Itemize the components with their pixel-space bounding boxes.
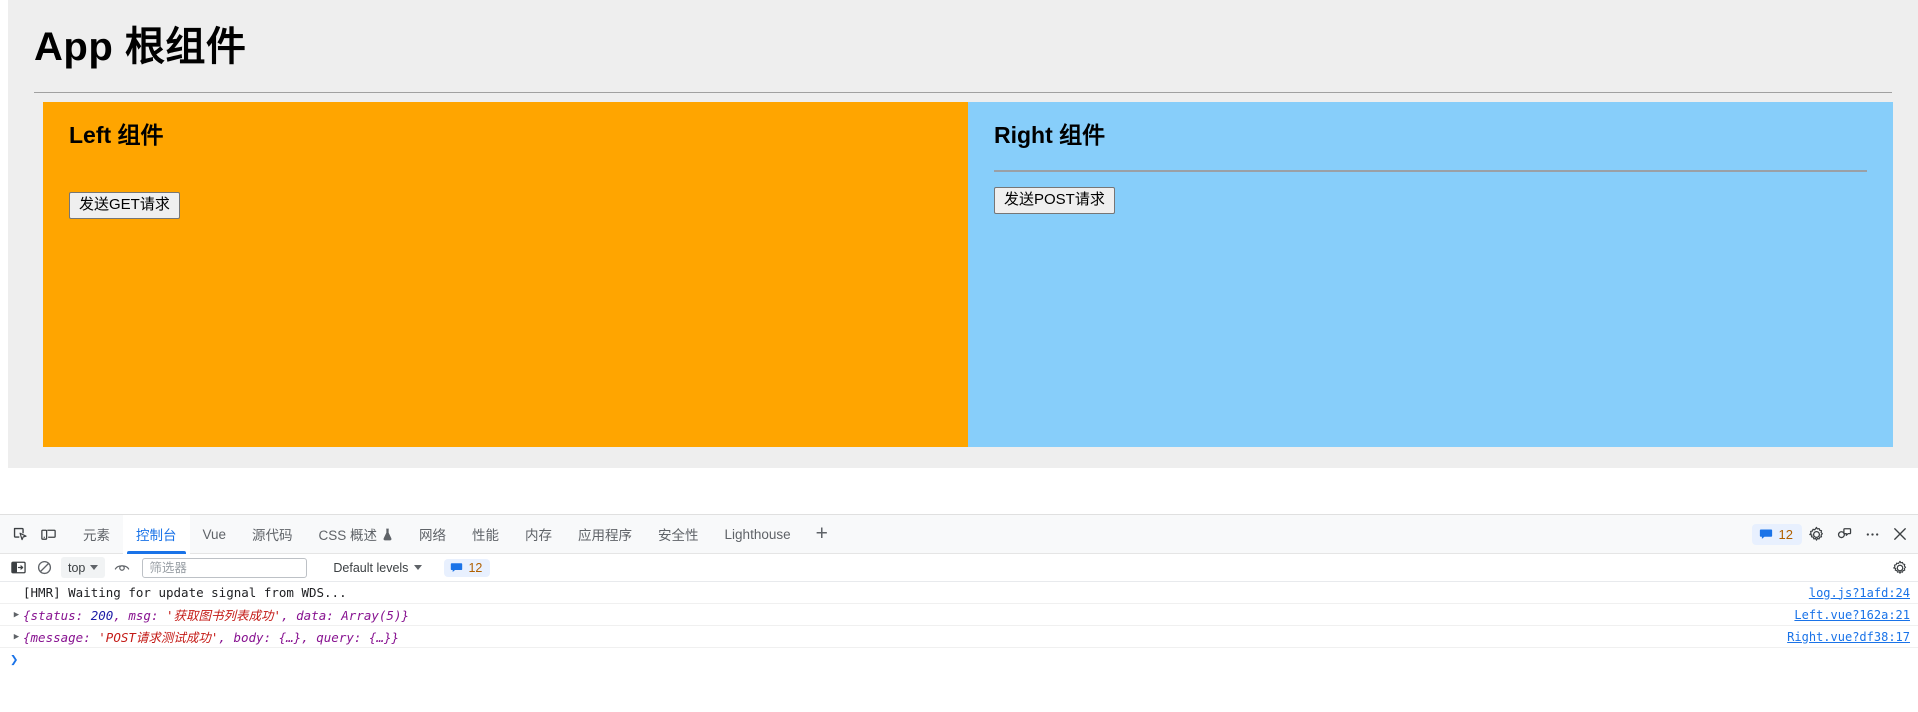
log-levels-label: Default levels [333,560,409,575]
tab-memory[interactable]: 内存 [512,515,565,554]
object-number: 200 [90,608,114,623]
page-title-divider [34,92,1892,93]
object-prefix: {status: [23,608,91,623]
message-bubble-icon [450,561,463,574]
tab-performance-label: 性能 [472,528,500,543]
settings-gear-icon[interactable] [1802,520,1830,548]
tab-application[interactable]: 应用程序 [565,515,645,554]
console-settings-gear-icon[interactable] [1888,557,1912,579]
object-suffix: , data: Array(5)} [281,608,409,623]
console-row[interactable]: ▶ {message: 'POST请求测试成功', body: {…}, que… [0,626,1918,648]
console-message-text: {status: 200, msg: '获取图书列表成功', data: Arr… [23,605,1780,624]
console-input-prompt[interactable]: ❯ [0,648,1918,672]
tab-css-overview-label: CSS 概述 [318,528,378,543]
tab-security[interactable]: 安全性 [645,515,712,554]
send-post-request-button[interactable]: 发送POST请求 [994,186,1115,215]
message-count-badge[interactable]: 12 [1751,523,1802,545]
right-panel-inner: Right 组件 发送POST请求 [968,102,1893,215]
execution-context-select[interactable]: top [61,557,106,578]
object-prefix: {message: [23,630,99,645]
console-filter-input[interactable] [142,557,308,578]
left-component-panel: Left 组件 发送GET请求 [43,102,968,447]
close-devtools-icon[interactable] [1886,520,1914,548]
expand-arrow-icon[interactable]: ▶ [10,610,23,620]
experimental-flask-icon [382,528,393,541]
expand-arrow-icon[interactable]: ▶ [10,632,23,642]
execution-context-value: top [68,560,86,575]
chevron-down-icon [90,565,99,570]
log-levels-select[interactable]: Default levels [327,559,428,577]
clear-console-icon[interactable] [32,557,56,579]
tab-security-label: 安全性 [658,528,699,543]
filterbar-message-count-value: 12 [468,560,483,575]
tab-memory-label: 内存 [525,528,553,543]
device-toolbar-icon[interactable] [34,520,62,548]
live-expression-eye-icon[interactable] [110,557,134,579]
console-row[interactable]: ▶ [HMR] Waiting for update signal from W… [0,582,1918,604]
left-panel-title: Left 组件 [69,122,164,148]
prompt-chevron-icon: ❯ [10,652,19,668]
console-message-text: [HMR] Waiting for update signal from WDS… [23,585,347,600]
console-source-link[interactable]: Right.vue?df38:17 [1773,630,1910,644]
devtools-tabbar: 元素 控制台 Vue 源代码 CSS 概述 网络 性能 内存 应用程序 安全性 … [0,514,1918,554]
tab-application-label: 应用程序 [578,528,633,543]
right-panel-divider [994,169,1867,172]
object-string: '获取图书列表成功' [166,608,282,623]
tab-network-label: 网络 [419,528,447,543]
console-message-text: {message: 'POST请求测试成功', body: {…}, query… [23,627,1773,646]
object-suffix: , body: {…}, query: {…}} [218,630,400,645]
right-component-panel: Right 组件 发送POST请求 [968,102,1893,447]
tab-css-overview[interactable]: CSS 概述 [306,515,407,554]
tab-console-label: 控制台 [136,528,177,543]
tab-console[interactable]: 控制台 [123,514,190,554]
console-row[interactable]: ▶ {status: 200, msg: '获取图书列表成功', data: A… [0,604,1918,626]
tab-sources-label: 源代码 [252,528,293,543]
tab-lighthouse-label: Lighthouse [724,526,791,542]
tab-vue[interactable]: Vue [190,515,240,554]
console-message-list[interactable]: ▶ [HMR] Waiting for update signal from W… [0,582,1918,712]
inspect-element-icon[interactable] [6,520,34,548]
tab-sources[interactable]: 源代码 [239,515,306,554]
console-filter-toolbar: top Default levels 12 [0,554,1918,582]
browser-page-viewport: App 根组件 Left 组件 发送GET请求 Right 组件 发送POST请… [0,0,1918,514]
object-string: 'POST请求测试成功' [98,630,219,645]
tab-network[interactable]: 网络 [406,515,459,554]
add-panel-button[interactable]: + [804,515,840,554]
message-count-value: 12 [1778,526,1793,542]
object-mid: , msg: [113,608,166,623]
tab-elements-label: 元素 [83,528,110,543]
tab-performance[interactable]: 性能 [459,515,512,554]
console-source-link[interactable]: log.js?1afd:24 [1795,586,1910,600]
send-get-request-button[interactable]: 发送GET请求 [69,191,180,220]
tab-vue-label: Vue [202,526,227,542]
more-options-icon[interactable] [1858,520,1886,548]
tab-lighthouse[interactable]: Lighthouse [712,515,804,554]
left-panel-inner: Left 组件 发送GET请求 [43,102,968,220]
console-sidebar-toggle-icon[interactable] [6,557,30,579]
right-panel-title: Right 组件 [994,122,1106,148]
chevron-down-icon [414,565,423,570]
tab-elements[interactable]: 元素 [70,515,123,554]
console-source-link[interactable]: Left.vue?162a:21 [1780,608,1910,622]
page-title: App 根组件 [34,25,247,69]
app-root-container: App 根组件 Left 组件 发送GET请求 Right 组件 发送POST请… [8,0,1918,468]
devtools-panel: 元素 控制台 Vue 源代码 CSS 概述 网络 性能 内存 应用程序 安全性 … [0,514,1918,712]
message-bubble-icon [1759,527,1773,541]
components-row: Left 组件 发送GET请求 Right 组件 发送POST请求 [43,102,1893,447]
feedback-icon[interactable] [1830,520,1858,548]
filterbar-message-count-badge[interactable]: 12 [444,558,491,577]
